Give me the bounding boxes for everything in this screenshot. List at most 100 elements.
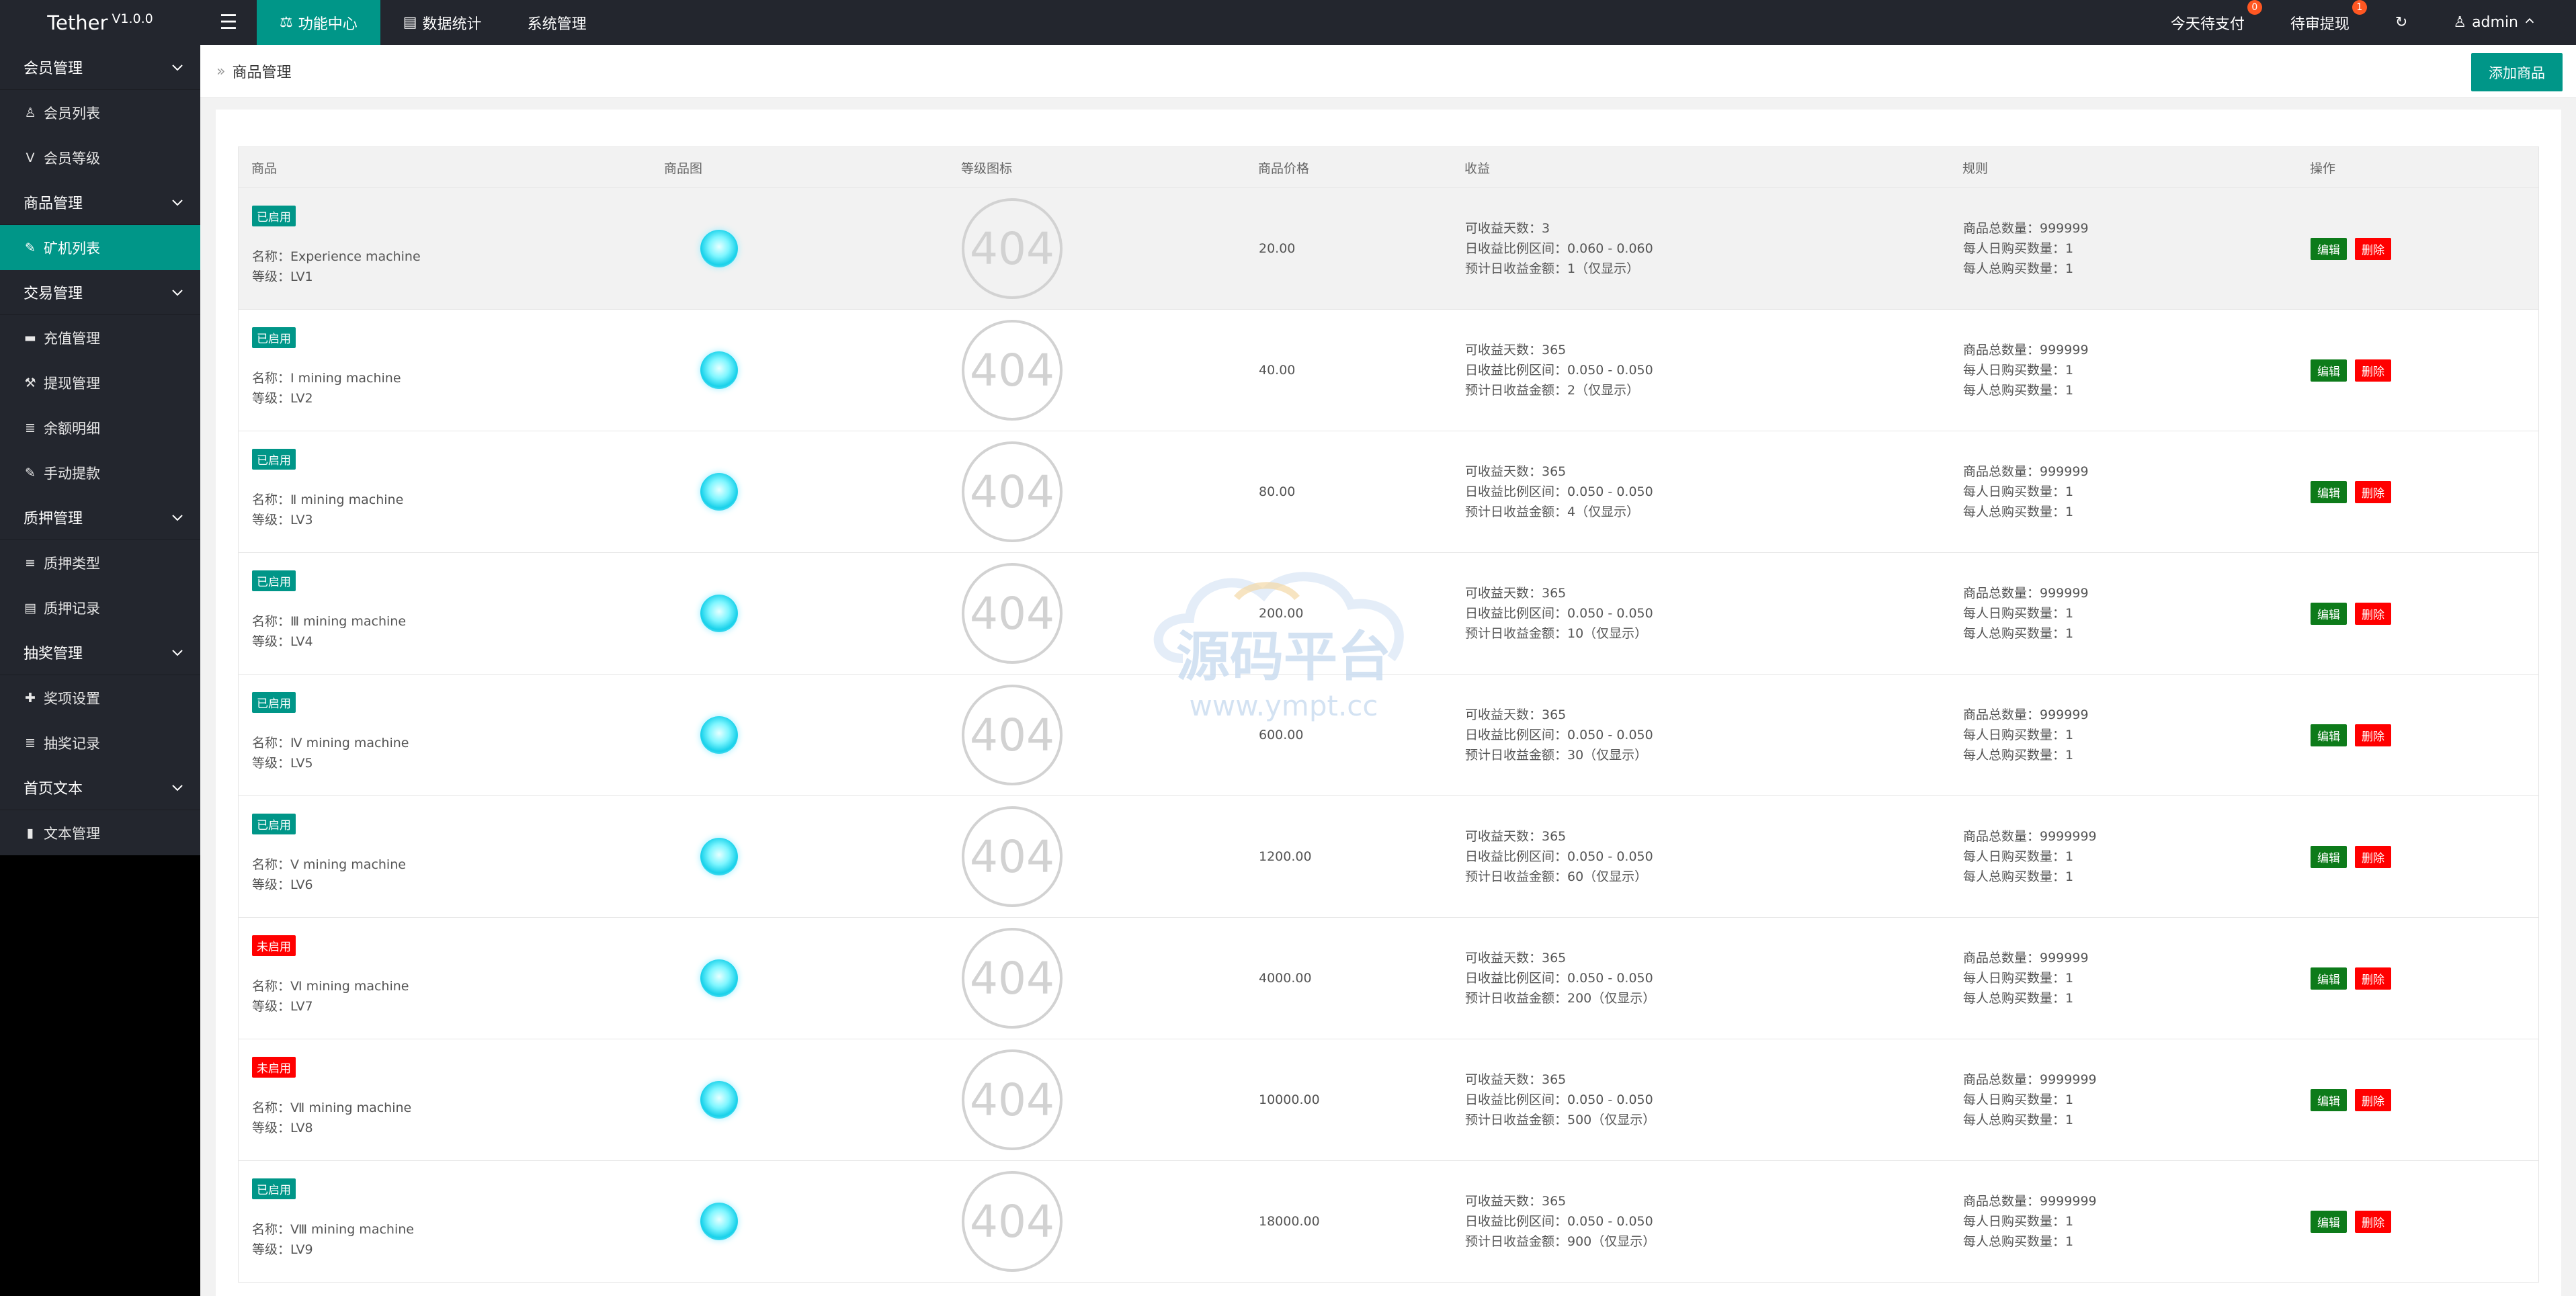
product-info: 已启用 名称：Ⅰ mining machine 等级：LV2 xyxy=(252,327,401,408)
delete-button[interactable]: 删除 xyxy=(2355,724,2391,746)
delete-button[interactable]: 删除 xyxy=(2355,845,2391,868)
top-nav-item[interactable]: ⚖ 功能中心 xyxy=(257,0,380,45)
table-row[interactable]: 已启用 名称：Ⅲ mining machine 等级：LV4 404 200.00 可收益… xyxy=(238,553,2539,675)
rules-info: 商品总数量：999999 每人日购买数量：1 每人总购买数量：1 xyxy=(1963,218,2089,279)
comment-icon: ▬ xyxy=(24,330,36,345)
delete-button[interactable]: 删除 xyxy=(2355,359,2391,382)
add-product-button[interactable]: 添加商品 xyxy=(2471,53,2563,91)
status-badge: 未启用 xyxy=(252,1057,296,1078)
sidebar-item[interactable]: ≣ 余额明细 xyxy=(0,405,200,450)
sidebar-item[interactable]: ▮ 文本管理 xyxy=(0,810,200,855)
top-right-label: 待审提现 xyxy=(2290,15,2350,33)
sidebar-item[interactable]: ✎ 矿机列表 xyxy=(0,225,200,270)
sidebar-item-label: 文本管理 xyxy=(44,825,100,842)
user-button[interactable]: ♙ admin xyxy=(2430,0,2559,45)
rule-line: 商品总数量：999999 xyxy=(1963,707,2089,722)
rule-line: 每人总购买数量：1 xyxy=(1963,748,2074,763)
income-info: 可收益天数：365 日收益比例区间：0.050 - 0.050 预计日收益金额：10… xyxy=(1465,583,1653,644)
sidebar-item[interactable]: ⚒ 提现管理 xyxy=(0,360,200,405)
column-header: 操作 xyxy=(2310,161,2336,176)
product-image xyxy=(700,595,738,632)
edit-button[interactable]: 编辑 xyxy=(2311,359,2347,382)
level-icon-placeholder: 404 xyxy=(962,320,1063,421)
product-name: 名称：Ⅴ mining machine xyxy=(252,857,406,872)
delete-button[interactable]: 删除 xyxy=(2355,237,2391,260)
income-info: 可收益天数：365 日收益比例区间：0.050 - 0.050 预计日收益金额：60… xyxy=(1465,826,1653,887)
table-row[interactable]: 已启用 名称：Ⅷ mining machine 等级：LV9 404 18000.00 可… xyxy=(238,1161,2539,1283)
align-icon: ≡ xyxy=(25,555,36,570)
table-icon: ▤ xyxy=(24,600,36,615)
sidebar-group[interactable]: 交易管理 xyxy=(0,270,200,315)
edit-button[interactable]: 编辑 xyxy=(2311,1210,2347,1233)
delete-button[interactable]: 删除 xyxy=(2355,1210,2391,1233)
table-row[interactable]: 已启用 名称：Experience machine 等级：LV1 404 20.00 可收… xyxy=(238,188,2539,310)
sidebar-item[interactable]: ≣ 抽奖记录 xyxy=(0,720,200,765)
brand-logo[interactable]: Tether V1.0.0 xyxy=(0,0,200,45)
income-line: 日收益比例区间：0.050 - 0.050 xyxy=(1465,606,1653,621)
product-price: 18000.00 xyxy=(1259,1214,1320,1229)
status-badge: 已启用 xyxy=(252,206,296,226)
sidebar-item[interactable]: ≡ 质押类型 xyxy=(0,540,200,585)
edit-button[interactable]: 编辑 xyxy=(2311,845,2347,868)
menu-toggle-icon[interactable]: ☰ xyxy=(200,0,257,45)
level-icon-placeholder: 404 xyxy=(962,928,1063,1029)
income-info: 可收益天数：365 日收益比例区间：0.050 - 0.050 预计日收益金额：2（… xyxy=(1465,340,1653,400)
table-row[interactable]: 已启用 名称：Ⅱ mining machine 等级：LV3 404 80.00 可收益天… xyxy=(238,431,2539,553)
product-info: 未启用 名称：Ⅶ mining machine 等级：LV8 xyxy=(252,1057,411,1138)
delete-button[interactable]: 删除 xyxy=(2355,602,2391,625)
sidebar-item[interactable]: ▬ 充值管理 xyxy=(0,315,200,360)
income-line: 日收益比例区间：0.050 - 0.050 xyxy=(1465,971,1653,986)
product-price: 10000.00 xyxy=(1259,1092,1320,1107)
top-nav-item[interactable]: 系统管理 xyxy=(505,0,610,45)
top-right-item[interactable]: 待审提现 1 xyxy=(2268,0,2372,45)
breadcrumb-label[interactable]: 商品管理 xyxy=(232,60,291,82)
refresh-icon: ↻ xyxy=(2395,14,2408,31)
table-row[interactable]: 已启用 名称：Ⅴ mining machine 等级：LV6 404 1200.00 可收… xyxy=(238,796,2539,918)
product-price: 1200.00 xyxy=(1259,849,1312,864)
table-row[interactable]: 未启用 名称：Ⅶ mining machine 等级：LV8 404 10000.00 可… xyxy=(238,1039,2539,1161)
status-badge: 已启用 xyxy=(252,692,296,713)
row-actions: 编辑 删除 xyxy=(2311,967,2391,990)
product-info: 已启用 名称：Ⅳ mining machine 等级：LV5 xyxy=(252,692,409,773)
sidebar-item[interactable]: V 会员等级 xyxy=(0,135,200,180)
top-nav-item[interactable]: ▤ 数据统计 xyxy=(380,0,505,45)
rule-line: 商品总数量：999999 xyxy=(1963,464,2089,479)
chevron-down-icon xyxy=(171,781,184,794)
edit-button[interactable]: 编辑 xyxy=(2311,1088,2347,1111)
delete-button[interactable]: 删除 xyxy=(2355,480,2391,503)
sidebar-group[interactable]: 会员管理 xyxy=(0,45,200,90)
rule-line: 商品总数量：9999999 xyxy=(1963,1194,2097,1209)
vimeo-icon: V xyxy=(26,150,35,165)
sidebar-item-label: 会员列表 xyxy=(44,105,100,122)
sidebar-item[interactable]: ♙ 会员列表 xyxy=(0,90,200,135)
delete-button[interactable]: 删除 xyxy=(2355,967,2391,990)
sidebar-item[interactable]: ✚ 奖项设置 xyxy=(0,675,200,720)
income-info: 可收益天数：365 日收益比例区间：0.050 - 0.050 预计日收益金额：90… xyxy=(1465,1191,1655,1252)
edit-button[interactable]: 编辑 xyxy=(2311,237,2347,260)
sidebar-group[interactable]: 首页文本 xyxy=(0,765,200,810)
delete-button[interactable]: 删除 xyxy=(2355,1088,2391,1111)
sidebar-group[interactable]: 质押管理 xyxy=(0,495,200,540)
sidebar-item[interactable]: ▤ 质押记录 xyxy=(0,585,200,630)
status-badge: 已启用 xyxy=(252,449,296,470)
income-line: 可收益天数：365 xyxy=(1465,464,1567,479)
table-row[interactable]: 已启用 名称：Ⅳ mining machine 等级：LV5 404 600.00 可收益… xyxy=(238,675,2539,796)
refresh-button[interactable]: ↻ xyxy=(2372,0,2430,45)
edit-button[interactable]: 编辑 xyxy=(2311,480,2347,503)
sidebar-group[interactable]: 抽奖管理 xyxy=(0,630,200,675)
table-row[interactable]: 已启用 名称：Ⅰ mining machine 等级：LV2 404 40.00 可收益天… xyxy=(238,310,2539,431)
sidebar-item[interactable]: ✎ 手动提款 xyxy=(0,450,200,495)
rules-info: 商品总数量：9999999 每人日购买数量：1 每人总购买数量：1 xyxy=(1963,826,2097,887)
notification-badge: 0 xyxy=(2247,0,2262,15)
income-line: 日收益比例区间：0.050 - 0.050 xyxy=(1465,484,1653,499)
edit-button[interactable]: 编辑 xyxy=(2311,724,2347,746)
brand-name: Tether xyxy=(47,11,108,34)
edit-button[interactable]: 编辑 xyxy=(2311,602,2347,625)
top-right-item[interactable]: 今天待支付 0 xyxy=(2148,0,2268,45)
table-row[interactable]: 未启用 名称：Ⅵ mining machine 等级：LV7 404 4000.00 可收… xyxy=(238,918,2539,1039)
column-header: 商品 xyxy=(251,161,278,176)
income-line: 可收益天数：3 xyxy=(1465,221,1550,236)
edit-button[interactable]: 编辑 xyxy=(2311,967,2347,990)
sidebar-group[interactable]: 商品管理 xyxy=(0,180,200,225)
level-icon-placeholder: 404 xyxy=(962,806,1063,907)
